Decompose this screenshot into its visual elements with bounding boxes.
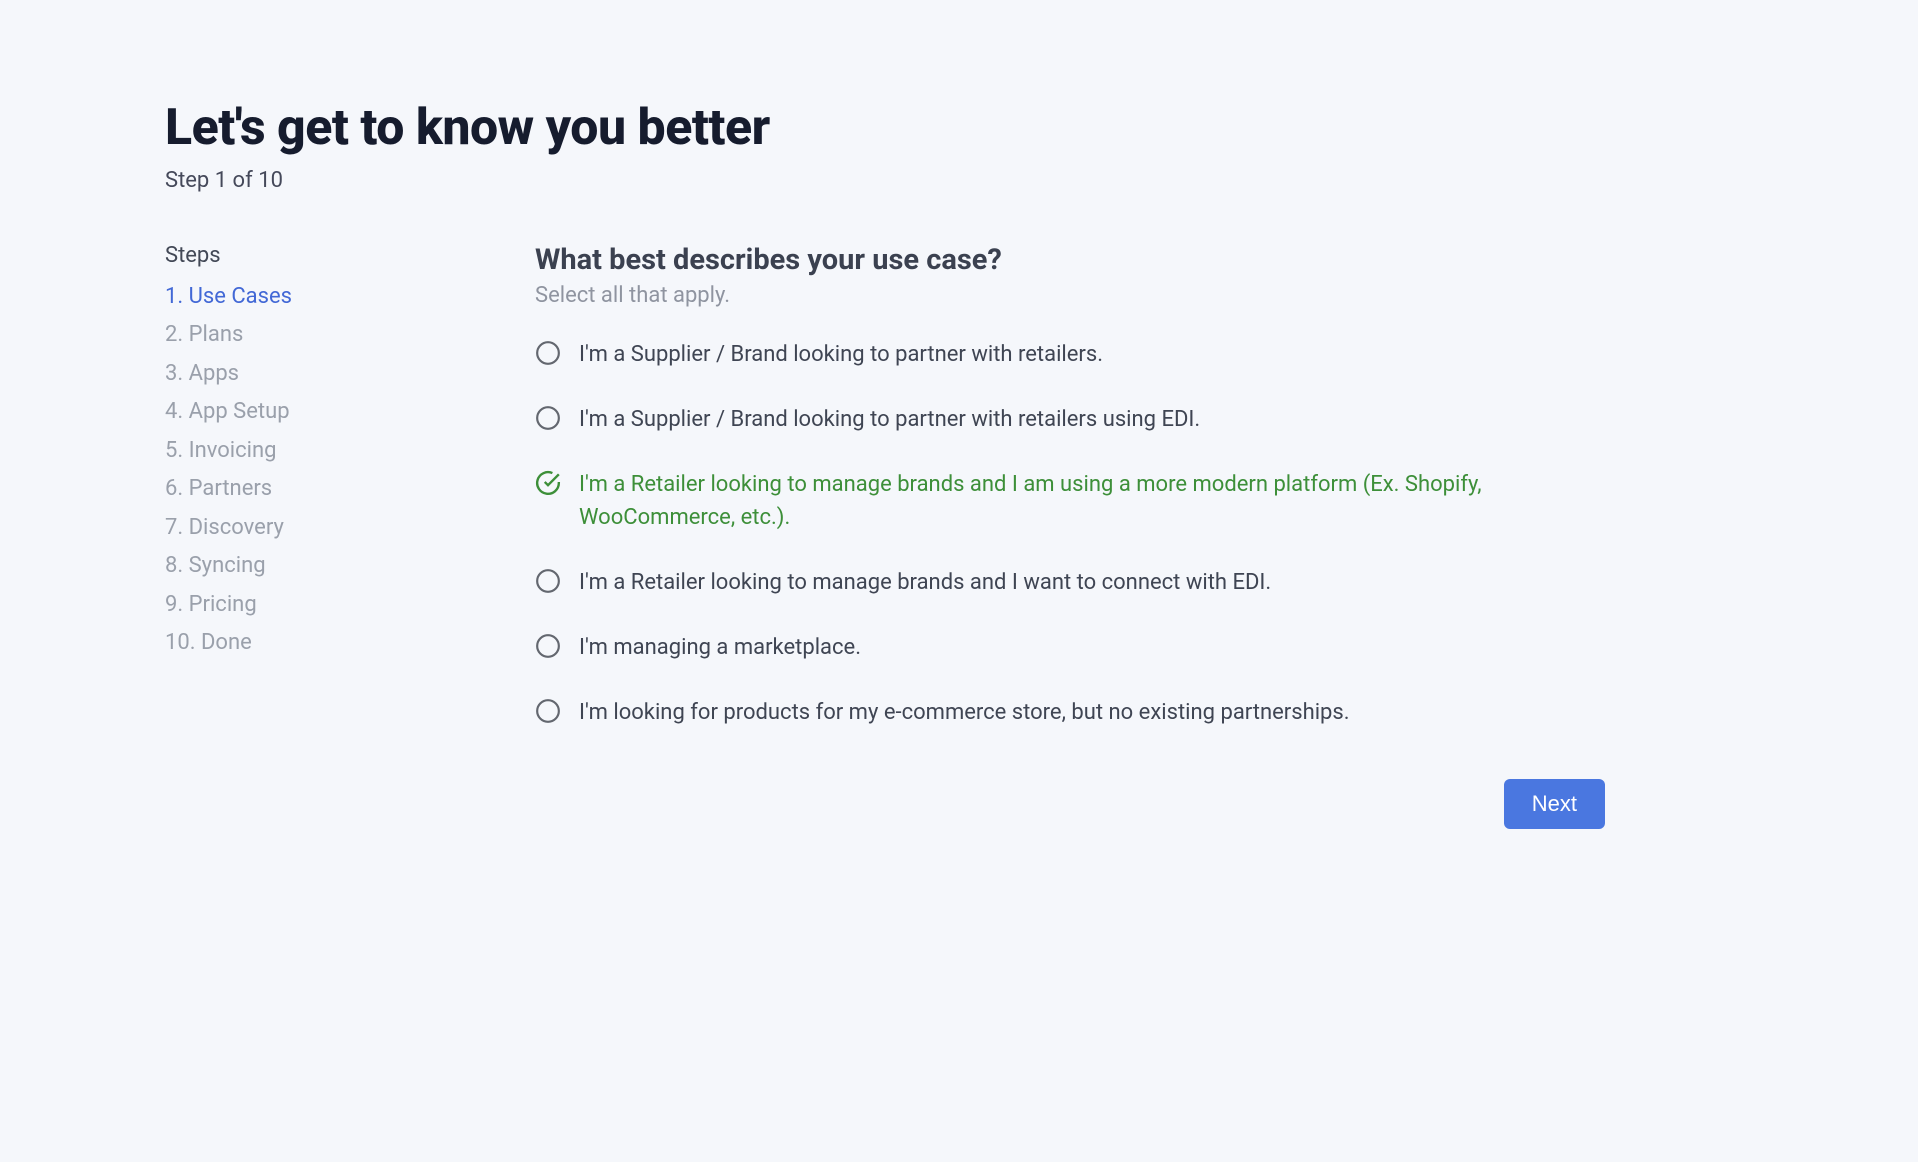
circle-icon xyxy=(535,568,561,594)
step-item-6[interactable]: 6. Partners xyxy=(165,470,445,509)
option-label: I'm a Retailer looking to manage brands … xyxy=(579,468,1605,534)
option-label: I'm looking for products for my e-commer… xyxy=(579,696,1350,729)
option-label: I'm a Supplier / Brand looking to partne… xyxy=(579,403,1200,436)
circle-icon xyxy=(535,405,561,431)
option-item-6[interactable]: I'm looking for products for my e-commer… xyxy=(535,696,1605,729)
option-item-1[interactable]: I'm a Supplier / Brand looking to partne… xyxy=(535,338,1605,371)
sidebar-heading: Steps xyxy=(165,243,445,268)
step-item-9[interactable]: 9. Pricing xyxy=(165,586,445,625)
question-title: What best describes your use case? xyxy=(535,243,1605,277)
option-list: I'm a Supplier / Brand looking to partne… xyxy=(535,338,1605,729)
circle-icon xyxy=(535,633,561,659)
step-item-10[interactable]: 10. Done xyxy=(165,624,445,663)
page-title: Let's get to know you better xyxy=(165,100,1753,158)
step-item-3[interactable]: 3. Apps xyxy=(165,355,445,394)
option-label: I'm a Supplier / Brand looking to partne… xyxy=(579,338,1103,371)
option-label: I'm managing a marketplace. xyxy=(579,631,861,664)
step-item-1[interactable]: 1. Use Cases xyxy=(165,278,445,317)
check-circle-icon xyxy=(535,470,561,496)
footer: Next xyxy=(535,779,1605,829)
step-list: 1. Use Cases2. Plans3. Apps4. App Setup5… xyxy=(165,278,445,663)
option-item-2[interactable]: I'm a Supplier / Brand looking to partne… xyxy=(535,403,1605,436)
step-item-4[interactable]: 4. App Setup xyxy=(165,393,445,432)
option-item-5[interactable]: I'm managing a marketplace. xyxy=(535,631,1605,664)
step-indicator: Step 1 of 10 xyxy=(165,168,1753,193)
steps-sidebar: Steps 1. Use Cases2. Plans3. Apps4. App … xyxy=(165,243,445,829)
next-button[interactable]: Next xyxy=(1504,779,1605,829)
option-label: I'm a Retailer looking to manage brands … xyxy=(579,566,1271,599)
option-item-3[interactable]: I'm a Retailer looking to manage brands … xyxy=(535,468,1605,534)
circle-icon xyxy=(535,340,561,366)
option-item-4[interactable]: I'm a Retailer looking to manage brands … xyxy=(535,566,1605,599)
question-subtitle: Select all that apply. xyxy=(535,283,1605,308)
step-item-2[interactable]: 2. Plans xyxy=(165,316,445,355)
main-content: What best describes your use case? Selec… xyxy=(535,243,1605,829)
step-item-5[interactable]: 5. Invoicing xyxy=(165,432,445,471)
step-item-8[interactable]: 8. Syncing xyxy=(165,547,445,586)
circle-icon xyxy=(535,698,561,724)
step-item-7[interactable]: 7. Discovery xyxy=(165,509,445,548)
